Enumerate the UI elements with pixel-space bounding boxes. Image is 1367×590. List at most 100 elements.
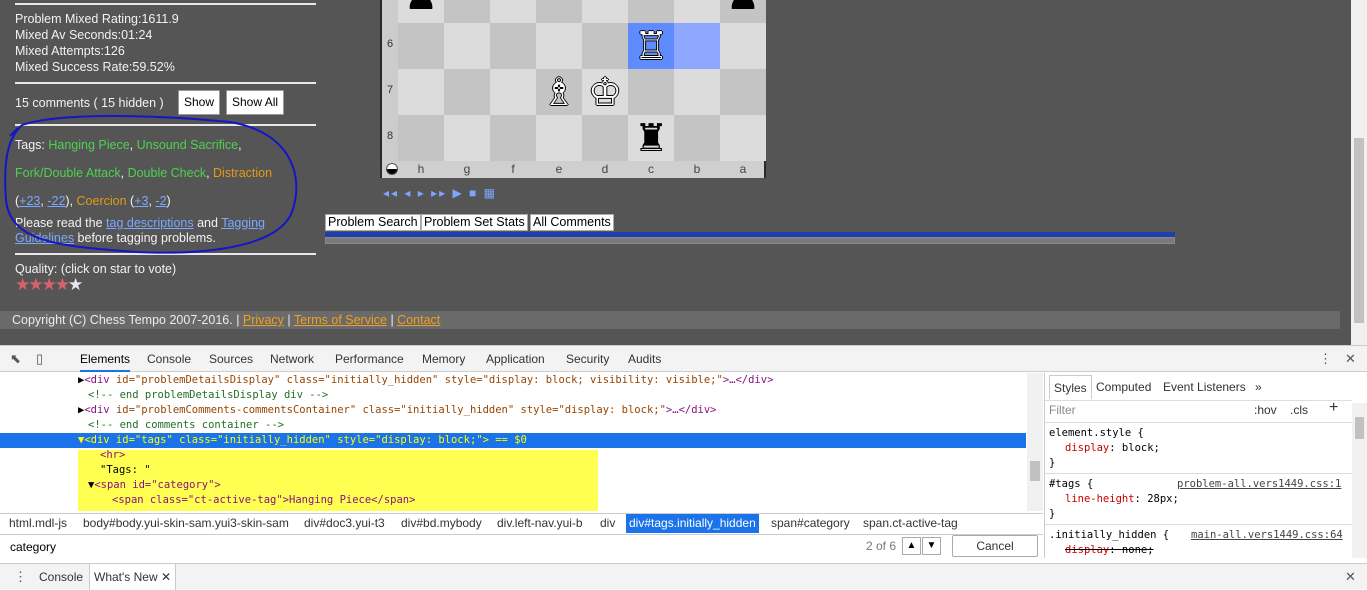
css-rule-selector[interactable]: element.style { — [1049, 426, 1144, 442]
vote-plus-23-link[interactable]: +23 — [19, 194, 40, 208]
white-king-icon[interactable]: ♔ — [582, 69, 628, 115]
hover-state-toggle[interactable]: :hov — [1254, 403, 1277, 417]
white-bishop-icon[interactable]: ♗ — [536, 69, 582, 115]
close-drawer-icon[interactable]: ✕ — [1345, 569, 1356, 585]
black-pawn-icon[interactable]: ♟ — [720, 0, 766, 19]
tab-styles[interactable]: Styles — [1049, 375, 1092, 399]
vote-plus-3-link[interactable]: +3 — [134, 194, 148, 208]
tag-coercion[interactable]: Coercion — [77, 194, 127, 208]
page-scrollbar[interactable] — [1351, 0, 1367, 345]
css-rule-selector[interactable]: #tags { — [1049, 477, 1093, 493]
black-pawn-icon[interactable]: ♟ — [398, 0, 444, 19]
tags-comma: , — [120, 166, 128, 180]
tab-sources[interactable]: Sources — [209, 346, 253, 372]
scrollbar-thumb[interactable] — [1030, 461, 1040, 481]
tab-performance[interactable]: Performance — [335, 346, 404, 372]
dom-text-node[interactable]: "Tags: " — [100, 463, 151, 478]
tag-unsound-sacrifice[interactable]: Unsound Sacrifice — [137, 138, 238, 152]
black-rook-icon[interactable]: ♜ — [628, 115, 674, 161]
drawer-tab-whats-new[interactable]: What's New ✕ — [89, 564, 177, 590]
breadcrumb-item[interactable]: html.mdl-js — [6, 514, 70, 533]
stylesheet-source-link[interactable]: main-all.vers1449.css:64 — [1191, 528, 1343, 544]
white-rook-icon[interactable]: ♖ — [628, 23, 674, 69]
cancel-button[interactable]: Cancel — [952, 535, 1038, 557]
css-rule-selector[interactable]: .initially_hidden { — [1049, 528, 1169, 544]
breadcrumb-item[interactable]: div — [597, 514, 618, 533]
tab-application[interactable]: Application — [486, 346, 545, 372]
css-declaration[interactable]: display: block; — [1065, 441, 1160, 457]
privacy-link[interactable]: Privacy — [243, 313, 284, 327]
styles-scrollbar[interactable] — [1352, 403, 1367, 558]
breadcrumb-item-active[interactable]: div#tags.initially_hidden — [626, 514, 759, 533]
find-previous-button[interactable]: ▲ — [902, 537, 921, 555]
find-next-button[interactable]: ▼ — [922, 537, 941, 555]
css-declaration-overridden[interactable]: display: none; — [1065, 543, 1154, 559]
dom-node[interactable]: <hr> — [100, 448, 125, 463]
show-comments-button[interactable]: Show — [178, 90, 221, 115]
dom-node[interactable]: ▶<div id="problemComments-commentsContai… — [78, 403, 717, 418]
star-icon[interactable]: ★ — [68, 275, 83, 294]
show-all-comments-button[interactable]: Show All — [226, 90, 285, 115]
drawer-menu-icon[interactable]: ⋮ — [14, 569, 27, 585]
star-icon[interactable]: ★ — [28, 275, 43, 294]
tab-audits[interactable]: Audits — [628, 346, 661, 372]
vote-minus-22-link[interactable]: -22 — [47, 194, 65, 208]
drawer-tab-console[interactable]: Console — [39, 564, 83, 590]
tab-security[interactable]: Security — [566, 346, 609, 372]
tag-fork-double-attack[interactable]: Fork/Double Attack — [15, 166, 121, 180]
close-icon[interactable]: ✕ — [1345, 351, 1356, 367]
tag-distraction[interactable]: Distraction — [213, 166, 272, 180]
styles-filter-input[interactable]: Filter — [1049, 403, 1229, 417]
tab-problem-set-stats[interactable]: Problem Set Stats — [421, 214, 528, 231]
breadcrumb-item[interactable]: span#category — [768, 514, 853, 533]
star-icon[interactable]: ★ — [55, 275, 70, 294]
elements-tree[interactable]: ▶<div id="problemDetailsDisplay" class="… — [0, 373, 1026, 511]
css-declaration[interactable]: line-height: 28px; — [1065, 492, 1179, 508]
move-navigation-buttons[interactable]: ◂◂ ◂ ▸ ▸▸ ▶ ■ ▦ — [383, 186, 497, 200]
tagging-link[interactable]: Tagging — [221, 216, 265, 230]
tag-double-check[interactable]: Double Check — [128, 166, 207, 180]
elements-scrollbar[interactable] — [1027, 373, 1043, 511]
stylesheet-source-link[interactable]: problem-all.vers1449.css:1 — [1177, 477, 1341, 493]
dom-comment[interactable]: <!-- end comments container --> — [88, 418, 284, 433]
tab-computed[interactable]: Computed — [1096, 375, 1151, 399]
tab-all-comments[interactable]: All Comments — [530, 214, 614, 231]
tab-elements[interactable]: Elements — [80, 346, 131, 372]
dom-node[interactable]: ▶<div id="problemDetailsDisplay" class="… — [78, 373, 773, 388]
guidelines-link[interactable]: Guidelines — [15, 231, 74, 245]
quality-stars[interactable]: ★★★★★ — [15, 275, 83, 294]
device-toolbar-icon[interactable]: ▯ — [36, 351, 43, 367]
more-tabs-icon[interactable]: » — [1255, 375, 1262, 399]
star-icon[interactable]: ★ — [15, 275, 30, 294]
dom-node-selected[interactable]: ▼<div id="tags" class="initially_hidden"… — [0, 433, 1026, 448]
tab-network[interactable]: Network — [270, 346, 314, 372]
scrollbar-thumb[interactable] — [1354, 138, 1364, 323]
please-read-text: Please read the — [15, 216, 107, 230]
terms-of-service-link[interactable]: Terms of Service — [294, 313, 387, 327]
dom-node[interactable]: ▼<span id="category"> — [88, 478, 221, 493]
breadcrumb-item[interactable]: span.ct-active-tag — [860, 514, 961, 533]
contact-link[interactable]: Contact — [397, 313, 440, 327]
vote-minus-2-link[interactable]: -2 — [155, 194, 166, 208]
dom-comment[interactable]: <!-- end problemDetailsDisplay div --> — [88, 388, 328, 403]
find-input[interactable] — [8, 537, 858, 557]
add-rule-icon[interactable]: + — [1329, 399, 1338, 417]
breadcrumb-item[interactable]: div.left-nav.yui-b — [494, 514, 586, 533]
chess-board[interactable]: 6 7 8 ♟ ♟ ♖ ♗ ♔ ♜ h g f e d c b a — [380, 0, 766, 178]
close-icon[interactable]: ✕ — [161, 570, 171, 584]
breadcrumb-item[interactable]: div#bd.mybody — [398, 514, 485, 533]
tab-event-listeners[interactable]: Event Listeners — [1163, 375, 1246, 399]
tab-console[interactable]: Console — [147, 346, 191, 372]
dom-node[interactable]: <span class="ct-active-tag">Hanging Piec… — [112, 493, 415, 508]
tag-descriptions-link[interactable]: tag descriptions — [106, 216, 194, 230]
more-options-icon[interactable]: ⋮ — [1319, 351, 1332, 367]
class-toggle[interactable]: .cls — [1290, 403, 1308, 417]
tab-memory[interactable]: Memory — [422, 346, 465, 372]
tag-hanging-piece[interactable]: Hanging Piece — [48, 138, 129, 152]
scrollbar-thumb[interactable] — [1355, 417, 1364, 439]
inspect-element-icon[interactable]: ⬉ — [10, 351, 21, 367]
star-icon[interactable]: ★ — [42, 275, 57, 294]
breadcrumb-item[interactable]: body#body.yui-skin-sam.yui3-skin-sam — [80, 514, 292, 533]
tab-problem-search[interactable]: Problem Search — [325, 214, 421, 231]
breadcrumb-item[interactable]: div#doc3.yui-t3 — [301, 514, 388, 533]
